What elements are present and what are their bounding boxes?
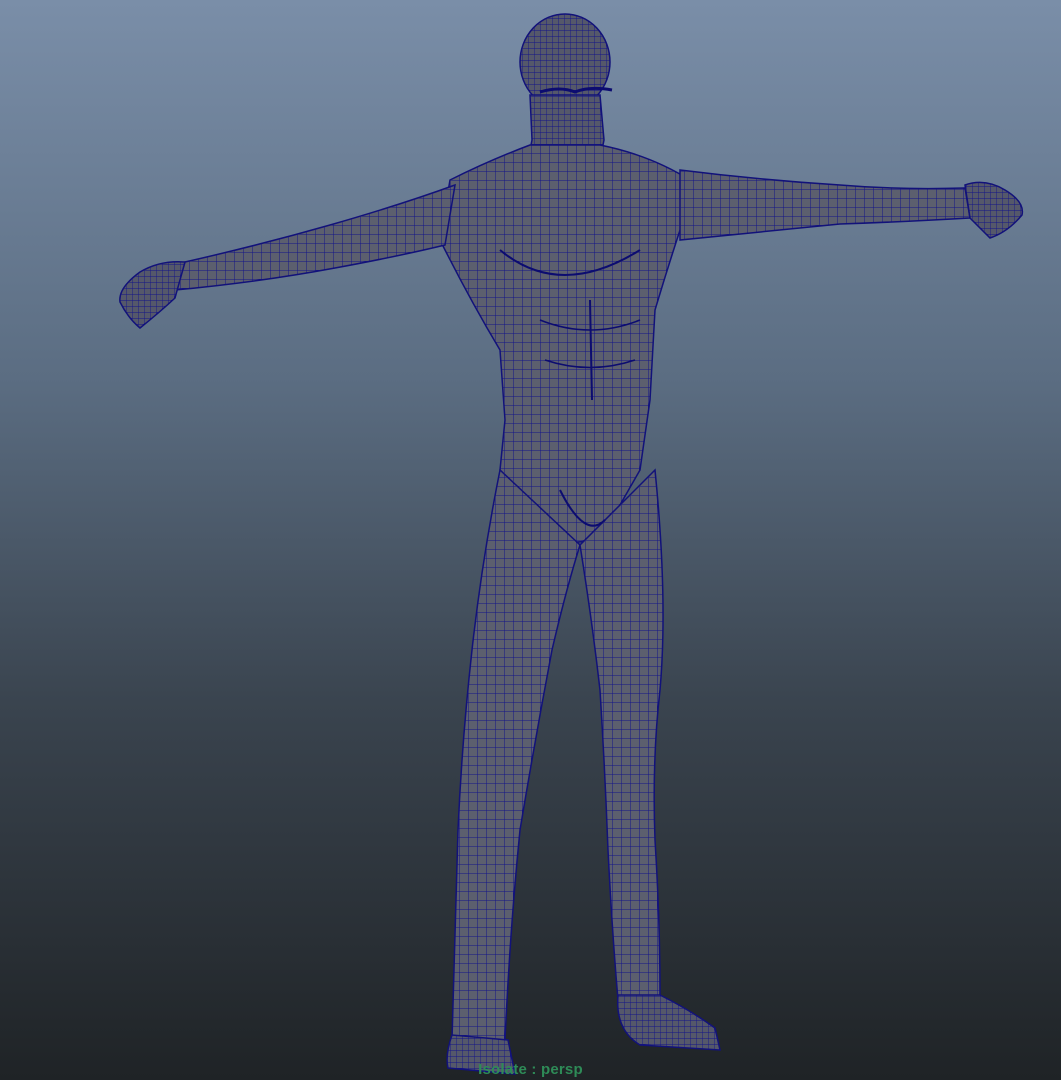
isolate-camera-label: Isolate : persp [478, 1061, 583, 1078]
mesh-left-hand[interactable] [119, 260, 186, 329]
mesh-body[interactable] [119, 13, 1024, 1075]
mesh-left-leg[interactable] [451, 468, 581, 1073]
human-mesh-model[interactable] [0, 0, 1061, 1080]
mesh-right-leg[interactable] [579, 468, 682, 1045]
mesh-right-foot[interactable] [616, 994, 721, 1051]
mesh-right-arm[interactable] [679, 169, 971, 241]
3d-viewport[interactable]: Isolate : persp [0, 0, 1061, 1080]
mesh-right-hand[interactable] [964, 181, 1024, 239]
mesh-left-arm[interactable] [173, 183, 456, 291]
